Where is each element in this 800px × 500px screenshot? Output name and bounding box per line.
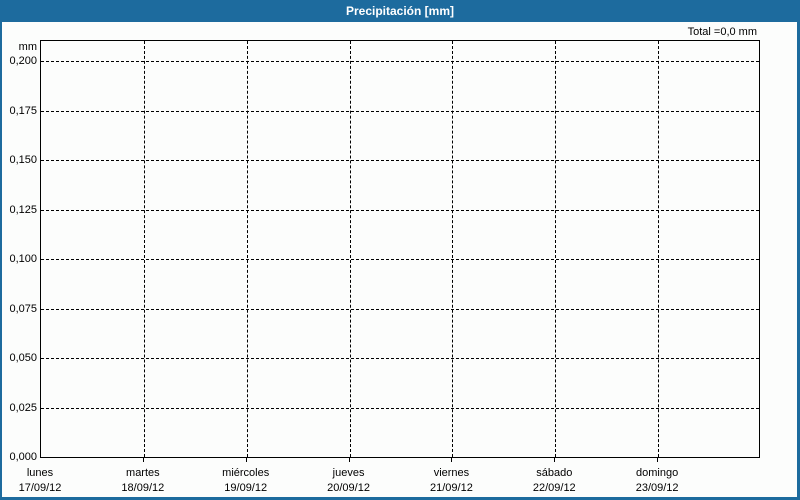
gridline-horizontal [41, 407, 759, 409]
plot-area [40, 40, 760, 458]
x-axis-tick [451, 458, 452, 462]
y-tick-label: 0,000 [9, 451, 37, 463]
gridline-horizontal [41, 259, 759, 260]
day-name-label: jueves [332, 467, 365, 479]
x-axis-day-label: martes 18/09/12 [88, 467, 198, 495]
day-date-label: 17/09/12 [18, 482, 62, 494]
day-date-label: 20/09/12 [327, 482, 370, 494]
x-axis-tick [143, 458, 144, 462]
day-date-label: 19/09/12 [224, 482, 268, 494]
day-name-label: lunes [26, 467, 54, 479]
y-axis-unit-label: mm [18, 41, 37, 53]
x-axis-day-label: miércoles 19/09/12 [191, 467, 301, 495]
chart-title-bar: Precipitación [mm] [0, 0, 800, 22]
gridline-vertical [658, 41, 659, 457]
x-axis-day-label: jueves 20/09/12 [294, 467, 404, 495]
gridline-vertical [452, 41, 453, 457]
chart-content-area: Total =0,0 mm mm 0,200 0,175 0,150 0,125 0,1… [2, 22, 797, 497]
y-tick-label: 0,050 [9, 352, 37, 364]
day-name-label: sábado [536, 467, 573, 479]
x-axis-day-label: domingo 23/09/12 [602, 467, 712, 495]
x-axis-tick [554, 458, 555, 462]
day-date-label: 23/09/12 [635, 482, 679, 494]
gridline-horizontal [41, 358, 759, 359]
precipitation-chart-window: Precipitación [mm] Total =0,0 mm mm 0,20… [0, 0, 800, 500]
day-date-label: 21/09/12 [430, 482, 473, 494]
gridline-horizontal [41, 110, 759, 112]
x-axis-day-label: lunes 17/09/12 [0, 467, 95, 495]
x-axis-day-label: sábado 22/09/12 [499, 467, 609, 495]
y-tick-label: 0,125 [9, 203, 37, 216]
gridline-vertical [555, 41, 556, 457]
y-tick-label: 0,200 [9, 55, 37, 67]
gridline-vertical [350, 41, 351, 457]
x-axis-tick [657, 458, 658, 462]
day-name-label: domingo [636, 467, 679, 479]
y-tick-label: 0,075 [9, 302, 37, 315]
gridline-horizontal [41, 308, 759, 310]
x-axis-tick [349, 458, 350, 462]
y-tick-label: 0,150 [9, 154, 37, 166]
y-tick-label: 0,175 [9, 104, 37, 117]
gridline-vertical [247, 41, 248, 457]
day-name-label: viernes [433, 467, 470, 479]
x-axis-day-label: viernes 21/09/12 [396, 467, 506, 495]
day-date-label: 22/09/12 [532, 482, 576, 494]
day-name-label: martes [126, 467, 160, 479]
y-tick-label: 0,100 [9, 253, 37, 265]
day-date-label: 18/09/12 [121, 482, 165, 494]
gridline-vertical [144, 41, 145, 457]
chart-title: Precipitación [mm] [345, 4, 455, 18]
gridline-horizontal [41, 209, 759, 211]
y-tick-label: 0,025 [9, 401, 37, 414]
day-name-label: miércoles [222, 467, 270, 479]
x-axis-tick [246, 458, 247, 462]
gridline-horizontal [41, 160, 759, 161]
gridline-horizontal [41, 61, 759, 62]
total-precipitation-label: Total =0,0 mm [687, 26, 757, 38]
